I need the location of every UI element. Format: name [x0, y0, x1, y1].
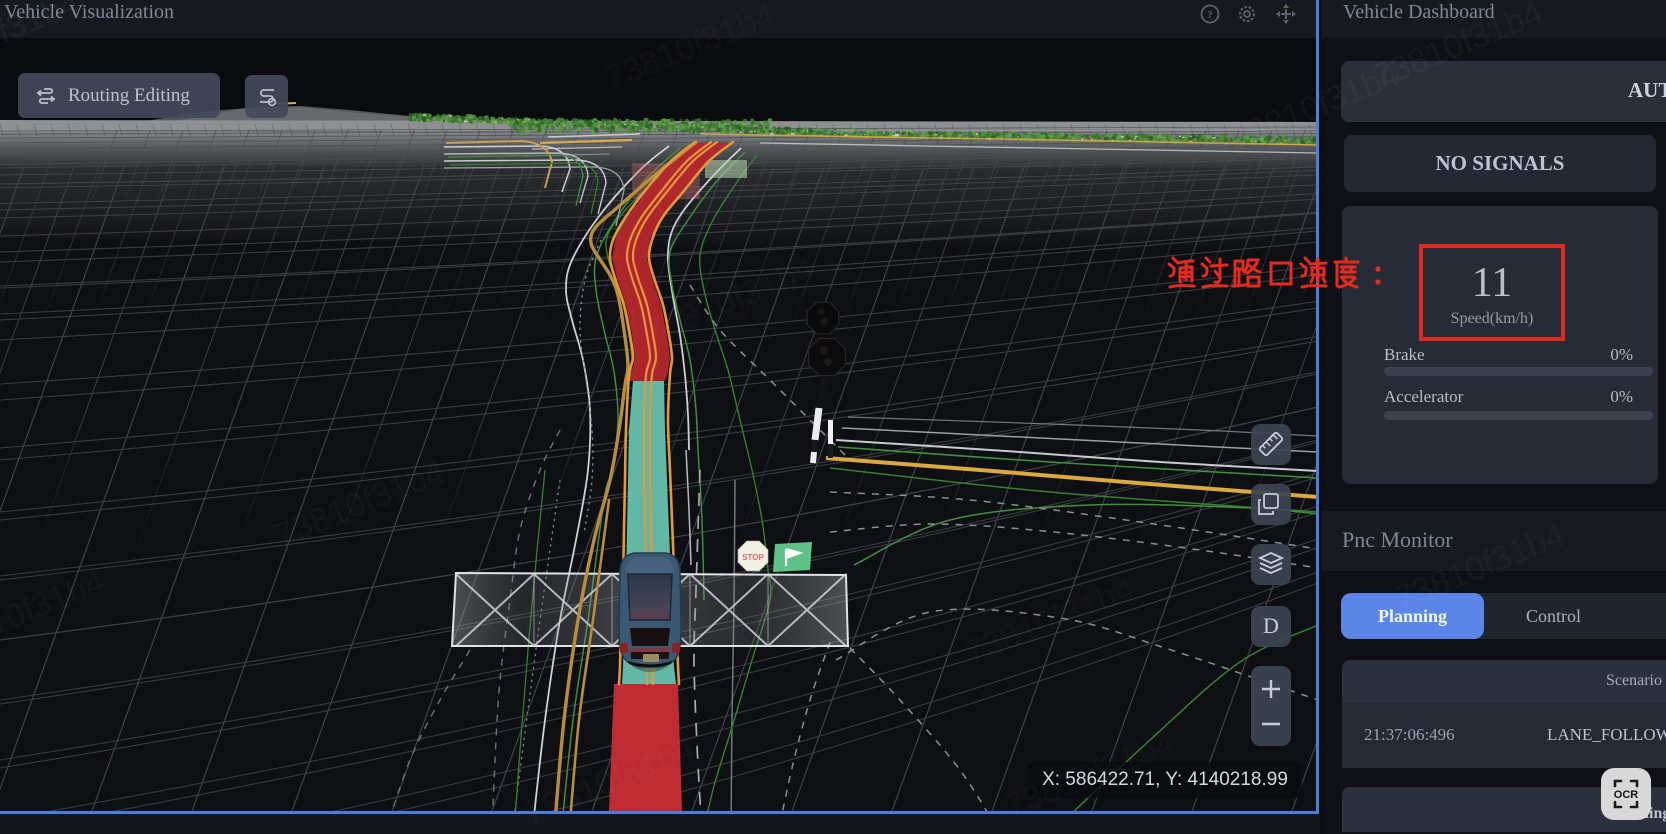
svg-text:?: ?	[1207, 9, 1213, 21]
svg-text:OCR: OCR	[1614, 789, 1639, 801]
svg-text:STOP: STOP	[742, 553, 764, 562]
